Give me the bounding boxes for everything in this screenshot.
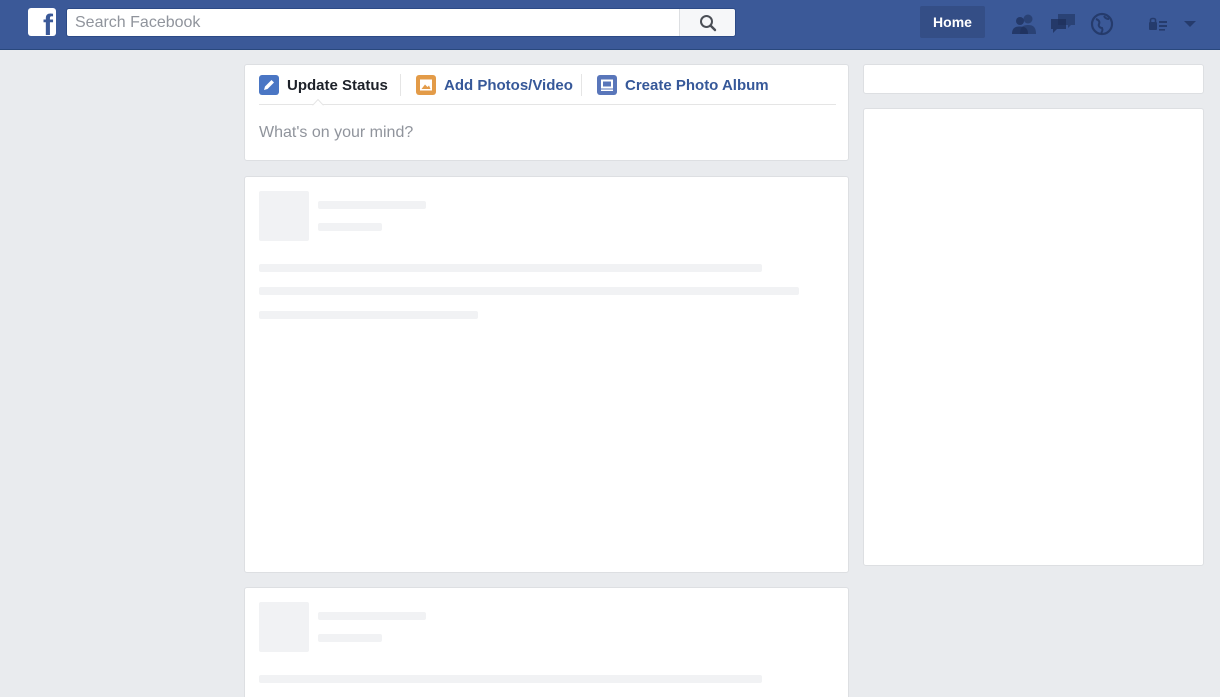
right-column-sidebar-box [863, 108, 1204, 566]
avatar-placeholder [259, 602, 309, 652]
messages-button[interactable] [1048, 9, 1078, 39]
search-button[interactable] [679, 9, 735, 36]
tab-create-photo-album-label: Create Photo Album [625, 76, 769, 94]
home-button[interactable]: Home [920, 6, 985, 38]
tab-divider [400, 74, 401, 96]
chevron-down-icon [1184, 20, 1196, 27]
friend-requests-button[interactable] [1009, 9, 1039, 39]
text-line-placeholder [259, 287, 799, 295]
privacy-shortcuts-icon [1149, 17, 1167, 31]
tab-add-photos-video-label: Add Photos/Video [444, 76, 573, 94]
avatar-placeholder [259, 191, 309, 241]
feed-story-placeholder [244, 176, 849, 573]
pencil-icon [259, 75, 279, 95]
notifications-globe-icon [1090, 12, 1114, 36]
tab-divider [581, 74, 582, 96]
active-tab-caret-icon [312, 99, 324, 106]
tab-update-status[interactable]: Update Status [259, 75, 388, 95]
name-line-placeholder [318, 201, 426, 209]
composer-tabs: Update Status Add Photos/Video Create Ph… [259, 65, 836, 106]
album-icon [597, 75, 617, 95]
top-navigation-bar: f Home [0, 0, 1220, 50]
search-icon [699, 14, 716, 31]
privacy-shortcuts-button[interactable] [1143, 9, 1173, 39]
status-composer: Update Status Add Photos/Video Create Ph… [244, 64, 849, 161]
notifications-button[interactable] [1087, 9, 1117, 39]
tab-update-status-label: Update Status [287, 76, 388, 94]
account-menu-button[interactable] [1176, 9, 1204, 39]
text-line-placeholder [259, 675, 762, 683]
text-line-placeholder [259, 264, 762, 272]
feed-story-placeholder [244, 587, 849, 697]
status-input[interactable] [259, 121, 819, 145]
timestamp-line-placeholder [318, 223, 382, 231]
home-button-label: Home [933, 14, 972, 30]
search-bar [66, 8, 736, 37]
name-line-placeholder [318, 612, 426, 620]
tab-create-photo-album[interactable]: Create Photo Album [597, 75, 769, 95]
facebook-logo-icon[interactable]: f [28, 8, 56, 36]
messages-icon [1051, 14, 1075, 33]
facebook-logo-glyph: f [43, 9, 53, 37]
friend-requests-icon [1012, 14, 1036, 34]
tab-add-photos-video[interactable]: Add Photos/Video [416, 75, 573, 95]
search-input[interactable] [67, 9, 679, 36]
right-column-top-box [863, 64, 1204, 94]
photo-icon [416, 75, 436, 95]
timestamp-line-placeholder [318, 634, 382, 642]
text-line-placeholder [259, 311, 478, 319]
